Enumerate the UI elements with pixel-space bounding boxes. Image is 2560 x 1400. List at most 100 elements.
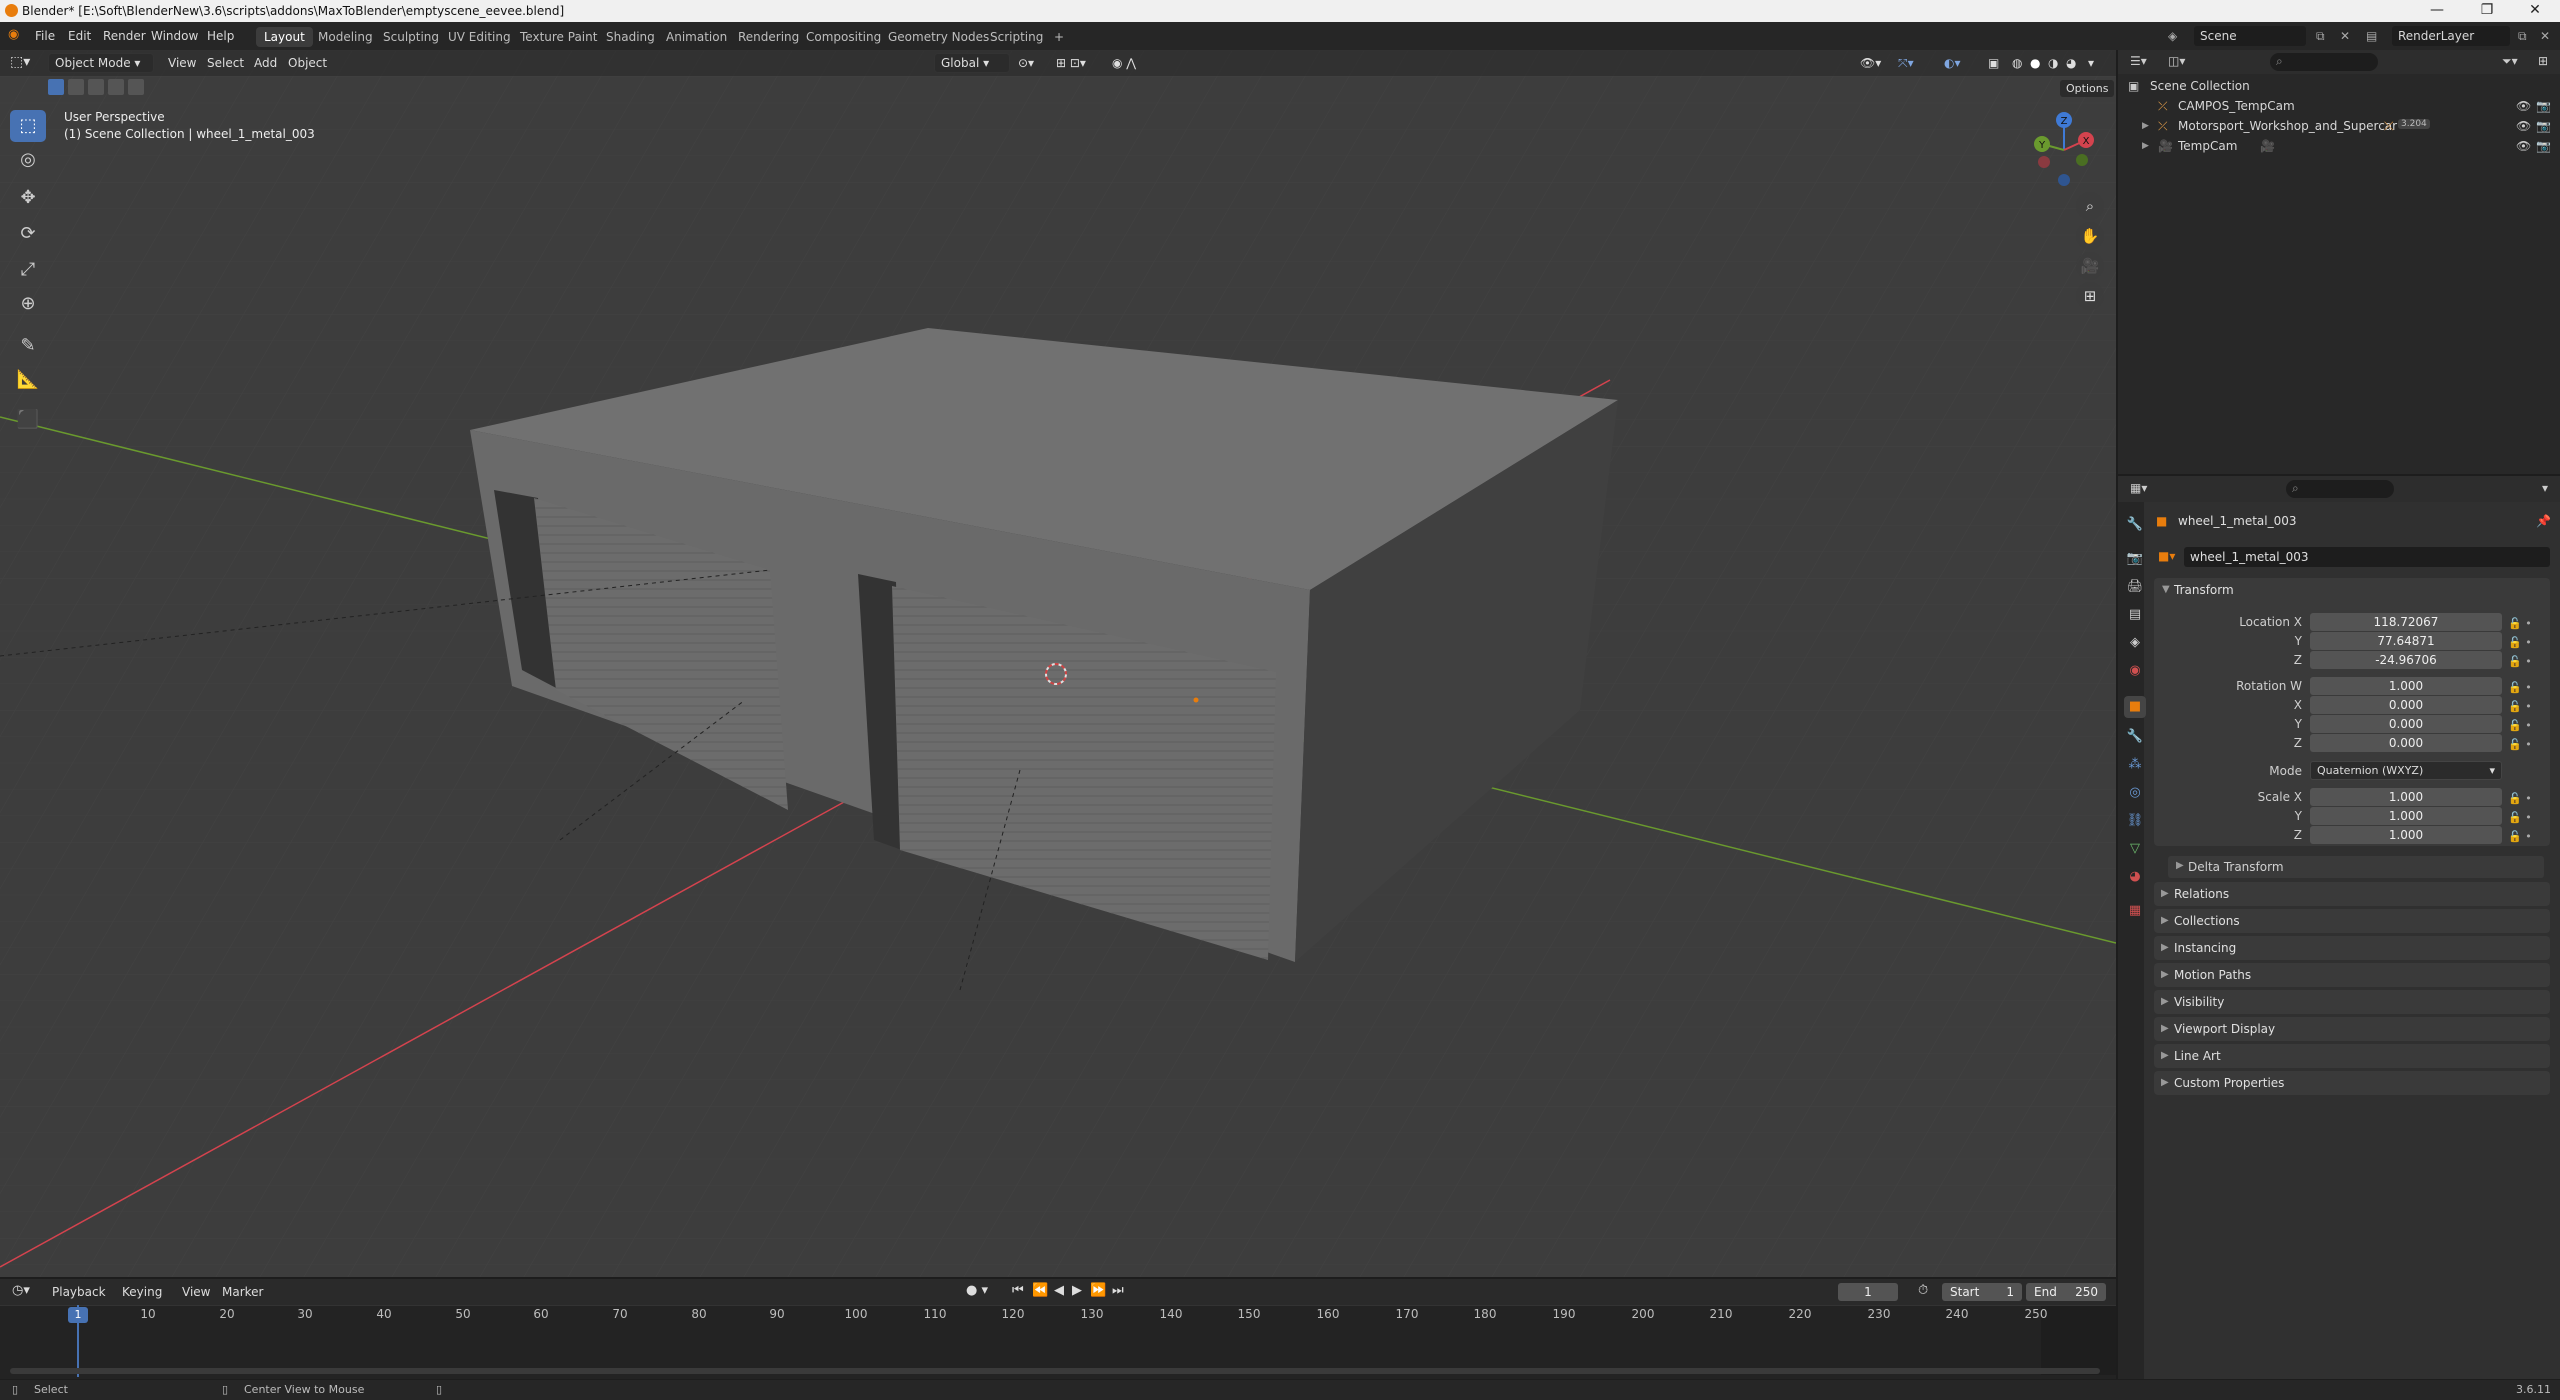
menu-render[interactable]: Render — [103, 29, 146, 43]
cursor-tool[interactable]: ◎ — [10, 144, 46, 176]
viewport-menu-object[interactable]: Object — [288, 56, 327, 70]
outliner-row[interactable]: ⤫ CAMPOS_TempCam 👁 📷 — [2118, 96, 2560, 116]
orientation-dropdown[interactable]: Global ▾ — [934, 53, 1010, 73]
modifier-tab-icon[interactable]: 🔧 — [2124, 726, 2146, 748]
options-button[interactable]: Options — [2060, 80, 2115, 97]
new-scene-icon[interactable]: ⧉ — [2316, 29, 2325, 44]
new-view-layer-icon[interactable]: ⧉ — [2518, 29, 2527, 44]
rotate-tool[interactable]: ⟳ — [10, 218, 46, 250]
rotation-lock-icons[interactable]: 🔓 • 🔓 • 🔓 • 🔓 • — [2508, 678, 2548, 754]
select-box-tool[interactable]: ⬚ — [10, 110, 46, 142]
timeline-menu-keying[interactable]: Keying — [122, 1285, 162, 1299]
timeline-scrollbar[interactable] — [10, 1368, 2100, 1374]
camera-render-icon[interactable]: 📷 — [2536, 139, 2551, 153]
annotate-tool[interactable]: ✎ — [10, 330, 46, 362]
location-x-field[interactable]: 118.72067 — [2310, 613, 2502, 631]
camera-render-icon[interactable]: 📷 — [2536, 119, 2551, 133]
world-tab-icon[interactable]: ◉ — [2124, 660, 2146, 682]
play-reverse-icon[interactable]: ◀ — [1054, 1283, 1064, 1298]
eye-icon[interactable]: 👁 — [2516, 119, 2531, 133]
custom-properties-panel[interactable]: ▶ Custom Properties — [2154, 1071, 2550, 1095]
rotation-mode-dropdown[interactable]: Quaternion (WXYZ) ▾ — [2310, 761, 2502, 780]
shading-solid-icon[interactable]: ● — [2030, 56, 2040, 70]
pivot-icon[interactable]: ⊙▾ — [1018, 56, 1034, 70]
record-icon[interactable]: ● ▾ — [966, 1283, 988, 1298]
tab-shading[interactable]: Shading — [598, 27, 663, 47]
visibility-panel[interactable]: ▶ Visibility — [2154, 990, 2550, 1014]
jump-keyframe-back-icon[interactable]: ⏪ — [1032, 1283, 1048, 1298]
outliner-row[interactable]: ▶ 🎥 TempCam 🎥 👁 📷 — [2118, 136, 2560, 156]
location-z-field[interactable]: -24.96706 — [2310, 651, 2502, 669]
rotation-x-field[interactable]: 0.000 — [2310, 696, 2502, 714]
tab-layout[interactable]: Layout — [256, 27, 313, 47]
transform-tool[interactable]: ⊕ — [10, 288, 46, 320]
eye-icon[interactable]: 👁 — [2516, 139, 2531, 153]
maximize-button[interactable]: ❐ — [2464, 2, 2510, 18]
viewport-menu-add[interactable]: Add — [254, 56, 277, 70]
jump-keyframe-forward-icon[interactable]: ⏩ — [1090, 1283, 1106, 1298]
delete-view-layer-icon[interactable]: ✕ — [2540, 29, 2550, 43]
tab-animation[interactable]: Animation — [658, 27, 735, 47]
outliner-search-input[interactable]: ⌕ — [2270, 53, 2378, 71]
object-name-field[interactable]: wheel_1_metal_003 — [2184, 547, 2550, 567]
tab-uv-editing[interactable]: UV Editing — [440, 27, 519, 47]
menu-window[interactable]: Window — [151, 29, 198, 43]
tab-sculpting[interactable]: Sculpting — [375, 27, 447, 47]
lock-keyframe-icons[interactable]: 🔓 • 🔓 • 🔓 • — [2508, 614, 2548, 671]
rotation-y-field[interactable]: 0.000 — [2310, 715, 2502, 733]
scale-y-field[interactable]: 1.000 — [2310, 807, 2502, 825]
navigation-gizmo[interactable]: Z X Y — [2024, 106, 2114, 196]
rotation-z-field[interactable]: 0.000 — [2310, 734, 2502, 752]
constraints-tab-icon[interactable]: ⛓ — [2124, 810, 2146, 832]
viewport-display-panel[interactable]: ▶ Viewport Display — [2154, 1017, 2550, 1041]
properties-options-icon[interactable]: ▾ — [2542, 481, 2548, 495]
timeline-menu-view[interactable]: View — [182, 1285, 210, 1299]
snap-icon[interactable]: ⊞ ⊡▾ — [1056, 56, 1086, 70]
select-set-button[interactable] — [48, 79, 64, 95]
ortho-grid-icon[interactable]: ⊞ — [2076, 282, 2104, 310]
material-tab-icon[interactable]: ◕ — [2124, 866, 2146, 888]
expand-arrow-icon[interactable]: ▶ — [2142, 121, 2149, 131]
move-tool[interactable]: ✥ — [10, 182, 46, 214]
new-collection-icon[interactable]: ⊞ — [2538, 54, 2548, 68]
overlay-icon[interactable]: ◐▾ — [1944, 56, 1961, 70]
scene-selector[interactable]: Scene — [2194, 26, 2306, 46]
editor-type-icon[interactable]: ⬚▾ — [10, 54, 30, 70]
menu-file[interactable]: File — [35, 29, 55, 43]
select-invert-button[interactable] — [108, 79, 124, 95]
relations-panel[interactable]: ▶ Relations — [2154, 882, 2550, 906]
pan-hand-icon[interactable]: ✋ — [2076, 222, 2104, 250]
jump-start-icon[interactable]: ⏮ — [1012, 1283, 1024, 1298]
transform-collapse-icon[interactable]: ▼ — [2162, 584, 2170, 595]
viewport-menu-select[interactable]: Select — [207, 56, 244, 70]
properties-editor-icon[interactable]: ▦▾ — [2130, 481, 2147, 495]
scale-lock-icons[interactable]: 🔓 • 🔓 • 🔓 • — [2508, 789, 2548, 846]
mode-dropdown[interactable]: Object Mode ▾ — [48, 53, 154, 73]
expand-arrow-icon[interactable]: ▶ — [2142, 141, 2149, 151]
render-properties-tab-icon[interactable]: 📷 — [2124, 548, 2146, 570]
playhead-frame-badge[interactable]: 1 — [68, 1307, 88, 1323]
physics-tab-icon[interactable]: ◎ — [2124, 782, 2146, 804]
location-y-field[interactable]: 77.64871 — [2310, 632, 2502, 650]
stopwatch-icon[interactable]: ⏱ — [1918, 1283, 1928, 1298]
particles-tab-icon[interactable]: ⁂ — [2124, 754, 2146, 776]
view-layer-selector[interactable]: RenderLayer — [2392, 26, 2510, 46]
instancing-panel[interactable]: ▶ Instancing — [2154, 936, 2550, 960]
tab-rendering[interactable]: Rendering — [730, 27, 807, 47]
transform-panel-title[interactable]: Transform — [2174, 583, 2234, 597]
menu-help[interactable]: Help — [207, 29, 234, 43]
measure-tool[interactable]: 📐 — [10, 364, 46, 396]
display-mode-icon[interactable]: ◫▾ — [2168, 54, 2185, 68]
outliner-editor-icon[interactable]: ☰▾ — [2130, 54, 2147, 68]
properties-search-input[interactable]: ⌕ — [2286, 480, 2394, 498]
camera-render-icon[interactable]: 📷 — [2536, 99, 2551, 113]
select-intersect-button[interactable] — [128, 79, 144, 95]
object-datablock-icon[interactable]: ■▾ — [2158, 549, 2175, 563]
scale-tool[interactable]: ⤢ — [10, 254, 46, 286]
select-extend-button[interactable] — [68, 79, 84, 95]
add-cube-tool[interactable]: ⬛ — [10, 404, 46, 436]
xray-icon[interactable]: ▣ — [1988, 56, 1999, 70]
scene-tab-icon[interactable]: ◈ — [2124, 632, 2146, 654]
line-art-panel[interactable]: ▶ Line Art — [2154, 1044, 2550, 1068]
collections-panel[interactable]: ▶ Collections — [2154, 909, 2550, 933]
